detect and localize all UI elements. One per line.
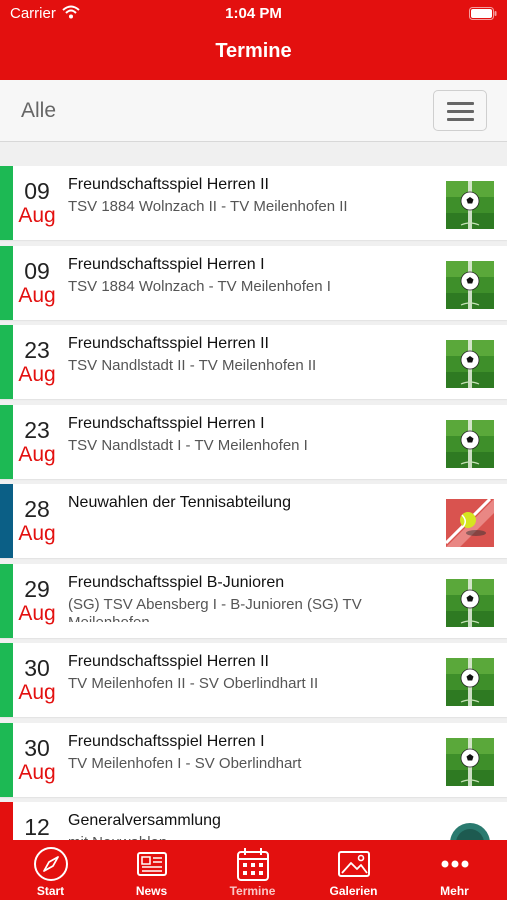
football-thumbnail [446,737,494,786]
event-subtitle: TSV 1884 Wolnzach - TV Meilenhofen I [68,277,331,295]
event-month: Aug [18,601,56,625]
event-month: Aug [18,363,56,386]
event-title: Freundschaftsspiel Herren II [68,176,269,193]
tab-termine[interactable]: Termine [202,840,303,900]
event-title: Neuwahlen der Tennisabteilung [68,494,291,511]
event-day: 09 [24,178,50,204]
football-thumbnail [446,578,494,627]
football-thumbnail [446,419,494,468]
event-subtitle: TSV Nandlstadt II - TV Meilenhofen II [68,357,317,374]
event-day: 23 [24,416,50,443]
event-month: Aug [18,442,56,466]
event-day: 29 [24,575,50,602]
event-day: 09 [24,257,50,284]
tennis-thumbnail [446,499,494,547]
event-title: Generalversammlung [68,812,221,829]
category-color-bar [0,802,13,840]
event-subtitle: TSV Nandlstadt I - TV Meilenhofen I [68,436,308,454]
event-day: 30 [24,734,50,761]
filter-bar: Alle [0,80,507,142]
event-row[interactable]: 09 Aug Freundschaftsspiel Herren I TSV 1884… [0,245,507,320]
tab-label: Mehr [440,884,469,898]
event-row[interactable]: 30 Aug Freundschaftsspiel Herren I TV Meile… [0,722,507,797]
category-color-bar [0,325,13,399]
event-title: Freundschaftsspiel Herren I [68,255,265,273]
hamburger-icon-line [447,110,474,113]
football-thumbnail [446,181,494,229]
event-title: Freundschaftsspiel Herren II [68,335,269,352]
event-day: 30 [24,655,50,681]
hamburger-icon-line [447,102,474,105]
page-title: Termine [215,40,292,62]
football-thumbnail [446,260,494,309]
event-subtitle: TV Meilenhofen I - SV Oberlindhart [68,754,302,772]
clock: 1:04 PM [225,5,282,22]
category-color-bar [0,404,13,479]
event-title: Freundschaftsspiel B-Junioren [68,573,285,591]
event-month: Aug [18,522,56,545]
category-color-bar [0,484,13,558]
tab-label: Galerien [329,884,378,898]
event-row[interactable]: 29 Aug Freundschaftsspiel B-Junioren (SG) T… [0,563,507,638]
filter-menu-button[interactable] [433,90,487,131]
event-row[interactable]: 23 Aug Freundschaftsspiel Herren I TSV Nand… [0,404,507,479]
event-day: 28 [24,496,50,522]
newspaper-icon [137,852,167,876]
compass-icon [34,847,68,881]
event-subtitle: TV Meilenhofen II - SV Oberlindhart II [68,675,319,692]
tab-news[interactable]: News [101,840,202,900]
event-row[interactable]: 28 Aug Neuwahlen der Tennisabteilung [0,484,507,558]
event-subtitle: TSV 1884 Wolnzach II - TV Meilenhofen II [68,198,348,215]
more-icon [441,860,469,868]
category-color-bar [0,643,13,717]
event-row[interactable]: 23 Aug Freundschaftsspiel Herren II TSV Nan… [0,325,507,399]
calendar-icon [237,848,269,881]
event-title: Freundschaftsspiel Herren II [68,653,269,670]
event-month: Aug [18,283,56,307]
tab-label: Start [36,884,65,898]
event-month: Aug [18,681,56,704]
hamburger-icon-line [447,118,474,121]
football-thumbnail [446,340,494,388]
category-color-bar [0,722,13,797]
event-row[interactable]: 12Generalversammlungmit NeuwahlenTV [0,802,507,840]
tab-mehr[interactable]: Mehr [404,840,505,900]
filter-label[interactable]: Alle [21,99,56,123]
status-bar: Carrier 1:04 PM [0,0,507,28]
event-day: 23 [24,337,50,363]
tab-label: News [135,884,168,898]
events-list[interactable]: 09 Aug Freundschaftsspiel Herren II TSV 188… [0,166,507,840]
club-logo-thumbnail: TV [446,817,494,840]
battery-icon [469,7,497,20]
navigation-header: Carrier 1:04 PM Termine [0,0,507,80]
category-color-bar [0,245,13,320]
football-thumbnail [446,658,494,706]
tab-label: Termine [229,884,276,898]
event-title: Freundschaftsspiel Herren I [68,414,265,432]
event-row[interactable]: 30 Aug Freundschaftsspiel Herren II TV Meil… [0,643,507,717]
event-title: Freundschaftsspiel Herren I [68,732,265,750]
event-row[interactable]: 09 Aug Freundschaftsspiel Herren II TSV 188… [0,166,507,240]
event-subtitle: (SG) TSV Abensberg I - B-Junioren (SG) T… [68,595,362,622]
category-color-bar [0,563,13,638]
gallery-icon [338,851,370,877]
tab-start[interactable]: Start [0,840,101,900]
event-month: Aug [18,204,56,227]
tab-bar: Start News Termine Galerien Mehr [0,840,507,900]
event-subtitle [68,516,423,542]
category-color-bar [0,166,13,240]
tab-galerien[interactable]: Galerien [303,840,404,900]
event-day: 12 [24,814,50,840]
event-month: Aug [18,760,56,784]
